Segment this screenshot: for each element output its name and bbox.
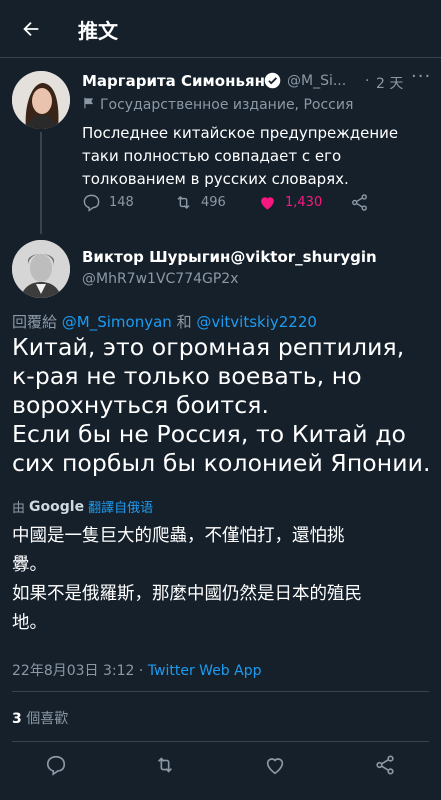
main-tweet-actions (0, 752, 441, 782)
back-arrow-icon[interactable] (18, 16, 44, 42)
translated-line: 中國是一隻巨大的爬蟲，不僅怕打，還怕挑 (12, 526, 345, 546)
tweet-text: Последнее китайское предупреждение таки … (82, 124, 399, 188)
divider (12, 691, 429, 692)
reply-icon (46, 755, 66, 776)
replying-to: 回覆給 @M_Simonyan 和 @vitvitskiy2220 (12, 311, 317, 332)
reply-user-link[interactable]: @vitvitskiy2220 (196, 313, 317, 331)
translated-text: 中國是一隻巨大的爬蟲，不僅怕打，還怕挑 釁。 如果不是俄羅斯，那麼中國仍然是日本… (12, 522, 432, 638)
share-button[interactable] (350, 193, 369, 212)
page-title: 推文 (78, 19, 118, 43)
reply-button[interactable] (45, 754, 71, 780)
flag-icon (82, 96, 96, 114)
translate-link[interactable]: 翻譯自俄语 (88, 497, 153, 516)
tweet-text: Китай, это огромная рептилия, к-рая не т… (12, 333, 437, 478)
heart-filled-icon (261, 197, 274, 210)
author-name[interactable]: Виктор Шурыгин@viktor_shurygin (82, 248, 377, 266)
retweet-icon (157, 757, 173, 773)
thread-line (40, 132, 42, 234)
retweet-button[interactable]: 496 (174, 193, 226, 212)
retweet-button[interactable] (154, 754, 180, 780)
reply-user-link[interactable]: @M_Simonyan (62, 313, 172, 331)
likes-label: 個喜歡 (21, 711, 69, 727)
separator-dot: · (365, 73, 370, 89)
translated-line: 地。 (12, 613, 47, 633)
avatar[interactable] (12, 71, 70, 129)
avatar[interactable] (12, 240, 70, 298)
author-handle[interactable]: @MhR7w1VC774GP2x (82, 271, 239, 287)
reply-icon (83, 194, 100, 212)
author-handle[interactable]: @M_Si... (287, 73, 357, 89)
translated-line: 如果不是俄羅斯，那麼中國仍然是日本的殖民 (12, 584, 362, 604)
tweet-source[interactable]: Twitter Web App (148, 663, 262, 679)
translation-bar: 由 Google 翻譯自俄语 (12, 497, 153, 517)
state-media-label[interactable]: Государственное издание, Россия (82, 96, 353, 114)
share-button[interactable] (374, 754, 400, 780)
translated-by: 由 (12, 501, 26, 516)
google-logo: Google (29, 498, 85, 515)
separator-dot: · (134, 663, 148, 679)
tweet-text-line: к-рая не только воевать, но (12, 362, 362, 390)
retweet-icon (177, 195, 190, 210)
like-button[interactable]: 1,430 (258, 193, 322, 212)
verified-badge-icon (264, 72, 281, 89)
tweet-actions: 148 496 1,430 (82, 193, 382, 217)
reply-button[interactable]: 148 (82, 193, 134, 212)
retweet-count: 496 (201, 195, 226, 210)
likes-stat[interactable]: 3 個喜歡 (12, 708, 68, 728)
tweet-text-line: сих порбыл бы колонией Японии. (12, 449, 431, 477)
reply-and: 和 (171, 313, 197, 331)
tweet-meta: 22年8月03日 3:12 · Twitter Web App (12, 660, 262, 680)
tweet-text-line: ворохнуться боится. (12, 391, 270, 419)
share-icon (376, 755, 394, 775)
like-button[interactable] (264, 754, 290, 780)
reply-prefix: 回覆給 (12, 313, 62, 331)
top-bar: 推文 (0, 0, 441, 58)
translated-line: 釁。 (12, 555, 47, 575)
share-icon (352, 194, 367, 211)
divider (12, 741, 429, 742)
like-count: 1,430 (285, 195, 323, 210)
likes-count: 3 (12, 711, 22, 727)
heart-icon (266, 758, 284, 775)
reply-count: 148 (109, 195, 134, 210)
more-options-button[interactable]: ··· (411, 66, 431, 87)
tweet-time[interactable]: 2 天 (376, 73, 403, 93)
tweet-text-line: Если бы не Россия, то Китай до (12, 420, 407, 448)
tweet-date[interactable]: 22年8月03日 3:12 (12, 663, 134, 679)
state-media-label-text: Государственное издание, Россия (100, 97, 354, 113)
author-name[interactable]: Маргарита Симоньян (82, 72, 265, 90)
tweet-text-line: Китай, это огромная рептилия, (12, 333, 405, 361)
